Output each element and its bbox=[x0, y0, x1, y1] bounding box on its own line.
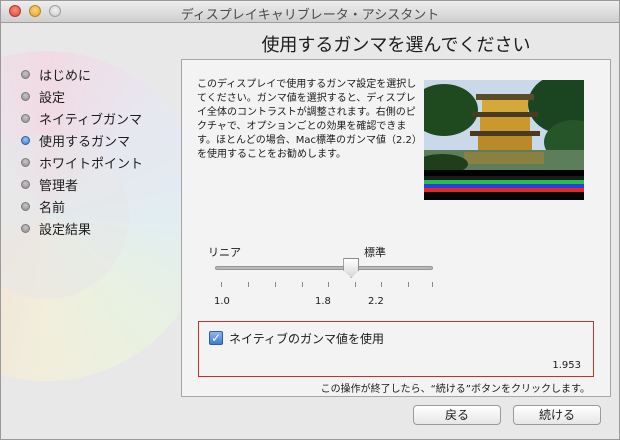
step-item-name: 名前 bbox=[21, 195, 143, 217]
assistant-content: 使用するガンマを選んでください はじめに 設定 ネイティブガンマ 使用するガンマ… bbox=[1, 23, 619, 439]
slider-tick bbox=[302, 282, 303, 287]
title-bar: ディスプレイキャリブレータ・アシスタント bbox=[1, 1, 619, 23]
step-label: 名前 bbox=[39, 200, 66, 216]
step-label: はじめに bbox=[39, 68, 92, 84]
step-bullet-icon bbox=[21, 91, 30, 101]
continue-button[interactable]: 続ける bbox=[513, 405, 601, 425]
step-item-native-gamma: ネイティブガンマ bbox=[21, 107, 143, 129]
slider-tick bbox=[355, 282, 356, 287]
continue-instruction: この操作が終了したら、“続ける”ボタンをクリックします。 bbox=[320, 384, 590, 395]
native-gamma-box: ✓ ネイティブのガンマ値を使用 1.953 bbox=[198, 321, 594, 377]
step-bullet-icon bbox=[21, 223, 30, 233]
step-bullet-icon bbox=[21, 113, 30, 123]
tick-label-linear: 1.0 bbox=[214, 296, 230, 307]
calibrator-window: ディスプレイキャリブレータ・アシスタント 使用するガンマを選んでください はじめ… bbox=[0, 0, 620, 440]
slider-tick bbox=[328, 282, 329, 287]
step-item-conclusion: 設定結果 bbox=[21, 217, 143, 239]
step-label: 設定結果 bbox=[39, 222, 92, 238]
window-title: ディスプレイキャリブレータ・アシスタント bbox=[180, 8, 440, 23]
sample-picture bbox=[424, 80, 584, 200]
slider-tick bbox=[248, 282, 249, 287]
step-item-white-point: ホワイトポイント bbox=[21, 151, 143, 173]
slider-tick bbox=[408, 282, 409, 287]
step-label: 管理者 bbox=[39, 178, 79, 194]
step-label: 設定 bbox=[39, 90, 66, 106]
slider-tick bbox=[432, 282, 433, 287]
slider-left-label: リニア bbox=[208, 246, 241, 259]
step-label: ネイティブガンマ bbox=[39, 112, 142, 128]
gamma-description: このディスプレイで使用するガンマ設定を選択してください。ガンマ値を選択すると、デ… bbox=[197, 79, 417, 160]
step-item-target-gamma: 使用するガンマ bbox=[21, 129, 143, 151]
slider-tick bbox=[381, 282, 382, 287]
page-title: 使用するガンマを選んでください bbox=[261, 35, 531, 56]
step-bullet-icon bbox=[21, 157, 30, 167]
gamma-slider-knob[interactable] bbox=[343, 258, 360, 278]
step-bullet-icon bbox=[21, 135, 30, 145]
step-label: 使用するガンマ bbox=[39, 134, 131, 150]
slider-right-label: 標準 bbox=[364, 246, 386, 259]
step-bullet-icon bbox=[21, 179, 30, 189]
back-button[interactable]: 戻る bbox=[413, 405, 501, 425]
step-bullet-icon bbox=[21, 69, 30, 79]
step-bullet-icon bbox=[21, 201, 30, 211]
step-label: ホワイトポイント bbox=[39, 156, 144, 172]
gamma-panel: このディスプレイで使用するガンマ設定を選択してください。ガンマ値を選択すると、デ… bbox=[181, 59, 611, 397]
native-gamma-label[interactable]: ネイティブのガンマ値を使用 bbox=[229, 330, 384, 347]
step-list: はじめに 設定 ネイティブガンマ 使用するガンマ ホワイトポイント 管理者 名前… bbox=[21, 63, 143, 239]
tick-label-1-8: 1.8 bbox=[315, 296, 331, 307]
slider-tick bbox=[221, 282, 222, 287]
tick-label-standard: 2.2 bbox=[368, 296, 384, 307]
step-item-setup: 設定 bbox=[21, 85, 143, 107]
slider-tick bbox=[275, 282, 276, 287]
gamma-slider-track[interactable] bbox=[215, 266, 433, 270]
native-gamma-checkbox[interactable]: ✓ bbox=[209, 331, 223, 345]
step-item-admin: 管理者 bbox=[21, 173, 143, 195]
step-item-intro: はじめに bbox=[21, 63, 143, 85]
temple-photo-image bbox=[424, 80, 584, 200]
native-gamma-value: 1.953 bbox=[552, 360, 581, 371]
